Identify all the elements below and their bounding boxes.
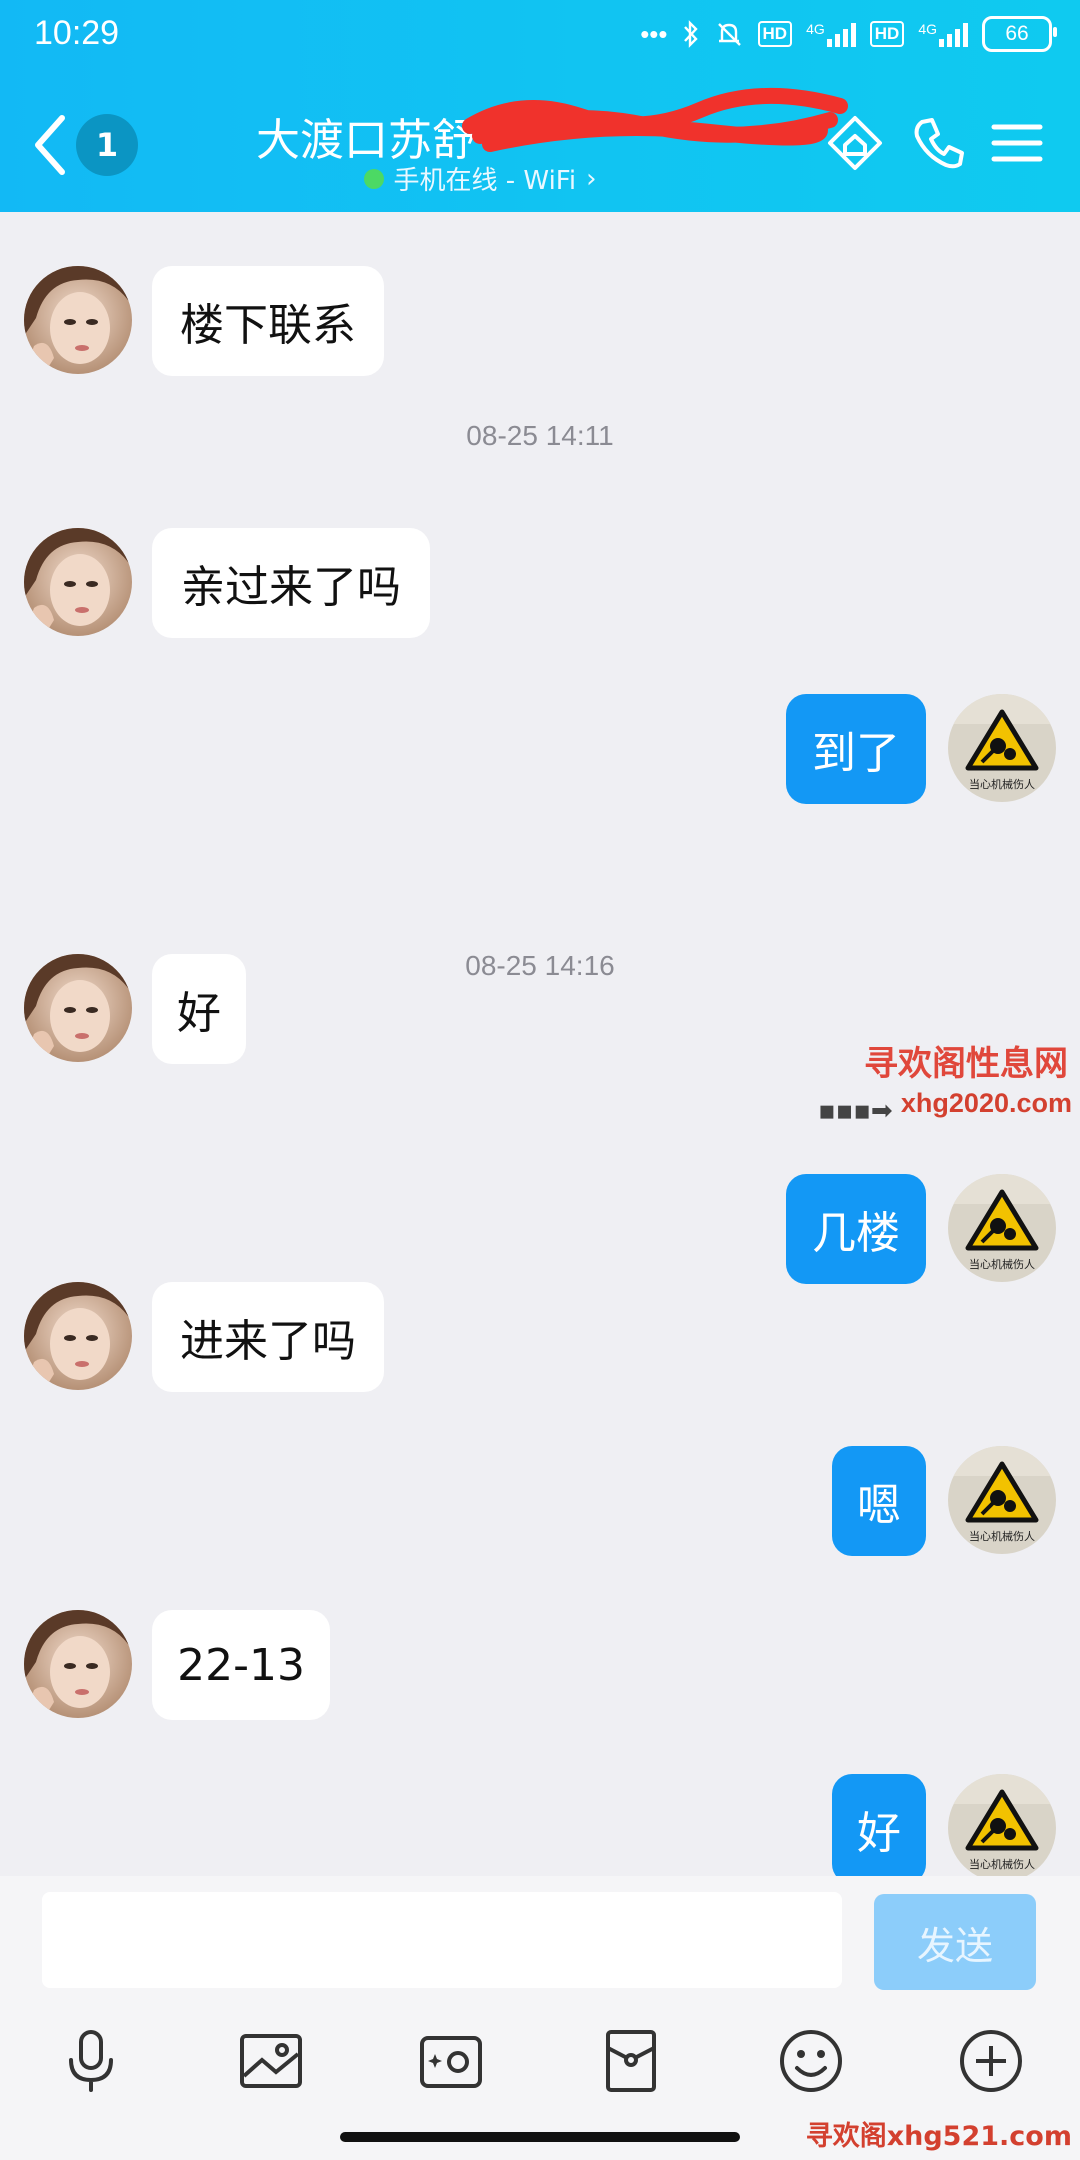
- hd-badge: HD: [757, 21, 793, 47]
- my-avatar[interactable]: 当心机械伤人: [948, 694, 1056, 802]
- contact-name: 大渡口苏舒: [256, 115, 476, 166]
- redaction-scribble: [462, 87, 848, 152]
- plus-icon[interactable]: [956, 2026, 1026, 2096]
- my-avatar[interactable]: 当心机械伤人: [948, 1174, 1056, 1282]
- more-dots-icon: •••: [640, 18, 668, 49]
- microphone-icon[interactable]: [56, 2026, 126, 2096]
- status-icons: ••• HD 4G HD 4G 66: [640, 16, 1057, 52]
- watermark-bottom: 寻欢阁xhg521.com: [805, 2121, 1072, 2152]
- menu-icon[interactable]: [986, 112, 1048, 174]
- online-status-text: 手机在线 - WiFi: [393, 166, 577, 196]
- sign-caption: 当心机械伤人: [969, 1857, 1035, 1871]
- watermark-url: xhg2020.com: [900, 1088, 1072, 1118]
- sign-caption: 当心机械伤人: [969, 1257, 1035, 1271]
- emoji-icon[interactable]: [776, 2026, 846, 2096]
- bluetooth-icon: [683, 20, 698, 48]
- battery-indicator: 66: [982, 16, 1057, 52]
- my-avatar[interactable]: 当心机械伤人: [948, 1774, 1056, 1882]
- composer-bar: 发送: [0, 1876, 1080, 2018]
- online-dot-icon: [363, 168, 384, 189]
- incoming-message-bubble[interactable]: 进来了吗: [152, 1282, 384, 1392]
- network-type-2: 4G: [918, 21, 937, 37]
- mute-bell-icon: [717, 23, 741, 46]
- network-type: 4G: [806, 21, 825, 37]
- sign-caption: 当心机械伤人: [969, 1529, 1035, 1543]
- contact-avatar[interactable]: [24, 266, 132, 374]
- status-time: 10:29: [34, 14, 120, 52]
- contact-avatar[interactable]: [24, 528, 132, 636]
- timestamp: 08-25 14:11: [466, 420, 614, 451]
- incoming-message-bubble[interactable]: 好: [152, 954, 246, 1064]
- camera-icon[interactable]: [416, 2026, 486, 2096]
- hd-badge-2: HD: [869, 21, 905, 47]
- signal-bars-icon: [826, 21, 856, 47]
- chevron-right-icon: ›: [586, 163, 597, 194]
- outgoing-message-bubble[interactable]: 好: [832, 1774, 926, 1884]
- watermark-title: 寻欢阁性息网: [864, 1044, 1068, 1084]
- contact-avatar[interactable]: [24, 954, 132, 1062]
- incoming-message-bubble[interactable]: 楼下联系: [152, 266, 384, 376]
- incoming-message-bubble[interactable]: 亲过来了吗: [152, 528, 430, 638]
- signal-bars-icon-2: [939, 21, 968, 47]
- contact-avatar[interactable]: [24, 1610, 132, 1718]
- red-packet-icon[interactable]: [596, 2026, 666, 2096]
- message-input[interactable]: [42, 1892, 842, 1988]
- outgoing-message-bubble[interactable]: 嗯: [832, 1446, 926, 1556]
- phone-icon[interactable]: [908, 112, 970, 174]
- outgoing-message-bubble[interactable]: 几楼: [786, 1174, 926, 1284]
- my-avatar[interactable]: 当心机械伤人: [948, 1446, 1056, 1554]
- send-button[interactable]: 发送: [874, 1894, 1036, 1990]
- sign-caption: 当心机械伤人: [969, 777, 1035, 791]
- watermark-arrow-icon: ▪▪▪➡: [818, 1096, 893, 1126]
- incoming-message-bubble[interactable]: 22-13: [152, 1610, 330, 1720]
- outgoing-message-bubble[interactable]: 到了: [786, 694, 926, 804]
- home-diamond-icon[interactable]: [824, 112, 886, 174]
- contact-avatar[interactable]: [24, 1282, 132, 1390]
- image-icon[interactable]: [236, 2026, 306, 2096]
- chat-header: 10:29 ••• HD 4G HD 4G 66 1 大渡口苏舒 手机在线 - …: [0, 0, 1080, 212]
- home-indicator[interactable]: [340, 2132, 740, 2142]
